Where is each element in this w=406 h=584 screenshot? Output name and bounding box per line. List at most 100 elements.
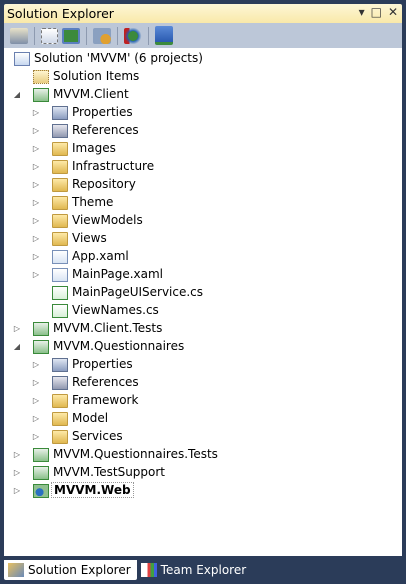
class-diagram-icon[interactable] (93, 27, 111, 44)
tree-item-label: MVVM.TestSupport (53, 465, 166, 479)
xaml-icon (52, 250, 68, 264)
expand-arrow-icon[interactable]: ▷ (12, 468, 22, 478)
tree-item[interactable]: ▷ Repository (4, 176, 402, 194)
csproj-icon (33, 466, 49, 480)
tree-item[interactable]: ▷ MVVM.TestSupport (4, 464, 402, 482)
solution-tree: Solution 'MVVM' (6 projects) Solution Ite… (4, 48, 402, 556)
show-all-files-icon[interactable] (41, 27, 58, 44)
tree-item[interactable]: ▷ References (4, 374, 402, 392)
expand-arrow-icon[interactable]: ▷ (31, 378, 41, 388)
folder-icon (52, 178, 68, 192)
expand-arrow-icon[interactable]: ▷ (31, 198, 41, 208)
copy-website-icon[interactable] (155, 26, 173, 45)
csproj-icon (33, 340, 49, 354)
folder-icon (52, 430, 68, 444)
csproj-icon (33, 322, 49, 336)
tree-item[interactable]: ▷ MVVM.Questionnaires.Tests (4, 446, 402, 464)
collapse-arrow-icon[interactable]: ◢ (12, 342, 22, 352)
tab-label: Solution Explorer (28, 563, 131, 577)
expand-arrow-icon[interactable]: ▷ (31, 180, 41, 190)
tree-item-label: Model (72, 411, 109, 425)
solution-icon (14, 52, 30, 66)
panel-title: Solution Explorer (7, 6, 114, 21)
title-bar: Solution Explorer ▾ □ ✕ (4, 4, 402, 23)
folder-icon (52, 232, 68, 246)
expand-arrow-icon[interactable]: ▷ (12, 450, 22, 460)
tree-item-label: Properties (72, 357, 133, 371)
tree-item[interactable]: ◢ MVVM.Client (4, 86, 402, 104)
folder-icon (52, 142, 68, 156)
expand-arrow-icon[interactable]: ▷ (31, 252, 41, 262)
tab-solution-explorer[interactable]: Solution Explorer (4, 560, 137, 580)
tree-item-label: References (72, 123, 139, 137)
tree-item[interactable]: ▷ ViewModels (4, 212, 402, 230)
csproj-icon (33, 88, 49, 102)
dropdown-icon[interactable]: ▾ (359, 5, 365, 19)
tree-item[interactable]: ViewNames.cs (4, 302, 402, 320)
tree-item[interactable]: ▷ Theme (4, 194, 402, 212)
tree-item[interactable]: Solution 'MVVM' (6 projects) (4, 50, 402, 68)
team-explorer-icon (140, 563, 157, 577)
expand-arrow-icon[interactable]: ▷ (12, 486, 22, 496)
folder-icon (52, 214, 68, 228)
tree-item-label: References (72, 375, 139, 389)
tree-item[interactable]: ▷ Infrastructure (4, 158, 402, 176)
folder-icon (52, 160, 68, 174)
expand-arrow-icon[interactable]: ▷ (31, 162, 41, 172)
tree-item[interactable]: ▷ MVVM.Web (4, 482, 402, 500)
solution-explorer-icon (8, 563, 24, 577)
webproj-icon (33, 484, 49, 498)
tree-item-label: MVVM.Client (53, 87, 129, 101)
expand-arrow-icon[interactable]: ▷ (31, 216, 41, 226)
tree-item-label: ViewModels (72, 213, 143, 227)
expand-arrow-icon[interactable]: ▷ (31, 414, 41, 424)
cs-icon (52, 286, 68, 300)
toolbar-separator (148, 26, 149, 45)
expand-arrow-icon[interactable]: ▷ (12, 324, 22, 334)
aspnet-configuration-icon[interactable] (124, 27, 142, 44)
csproj-icon (33, 448, 49, 462)
expand-arrow-icon[interactable]: ▷ (31, 144, 41, 154)
tree-item[interactable]: ▷ Views (4, 230, 402, 248)
tree-item[interactable]: ▷ Images (4, 140, 402, 158)
tree-item-label: Solution 'MVVM' (6 projects) (34, 51, 203, 65)
tree-item-label: ViewNames.cs (72, 303, 159, 317)
expand-arrow-icon[interactable]: ▷ (31, 432, 41, 442)
tree-item[interactable]: ▷ App.xaml (4, 248, 402, 266)
expand-arrow-icon[interactable]: ▷ (31, 108, 41, 118)
tree-item[interactable]: ◢ MVVM.Questionnaires (4, 338, 402, 356)
tree-item[interactable]: ▷ MainPage.xaml (4, 266, 402, 284)
maximize-icon[interactable]: □ (371, 5, 382, 19)
folder-icon (52, 394, 68, 408)
tree-item-label: Theme (72, 195, 114, 209)
tree-item[interactable]: MainPageUIService.cs (4, 284, 402, 302)
refresh-icon[interactable] (62, 27, 80, 44)
tree-item[interactable]: ▷ Properties (4, 356, 402, 374)
expand-arrow-icon[interactable]: ▷ (31, 270, 41, 280)
tree-item-label: MVVM.Client.Tests (53, 321, 163, 335)
properties-icon (52, 358, 68, 372)
close-icon[interactable]: ✕ (388, 5, 398, 19)
tree-item[interactable]: ▷ Model (4, 410, 402, 428)
properties-icon[interactable] (10, 27, 28, 44)
tree-item[interactable]: ▷ Services (4, 428, 402, 446)
expand-arrow-icon[interactable]: ▷ (31, 234, 41, 244)
tree-item[interactable]: ▷ Framework (4, 392, 402, 410)
tree-item-label: Services (72, 429, 123, 443)
tree-item[interactable]: Solution Items (4, 68, 402, 86)
expand-arrow-icon[interactable]: ▷ (31, 360, 41, 370)
tree-item[interactable]: ▷ References (4, 122, 402, 140)
tab-strip: Solution Explorer Team Explorer (4, 560, 252, 580)
tree-item-label: Properties (72, 105, 133, 119)
tree-item-label: MVVM.Questionnaires (53, 339, 185, 353)
tree-item[interactable]: ▷ MVVM.Client.Tests (4, 320, 402, 338)
expand-arrow-icon[interactable]: ▷ (31, 126, 41, 136)
tab-team-explorer[interactable]: Team Explorer (137, 560, 253, 580)
tree-item-label: MainPage.xaml (72, 267, 163, 281)
tree-item-label: Infrastructure (72, 159, 155, 173)
cs-icon (52, 304, 68, 318)
expand-arrow-icon[interactable]: ▷ (31, 396, 41, 406)
tree-item[interactable]: ▷ Properties (4, 104, 402, 122)
toolbar (4, 23, 402, 48)
collapse-arrow-icon[interactable]: ◢ (12, 90, 22, 100)
